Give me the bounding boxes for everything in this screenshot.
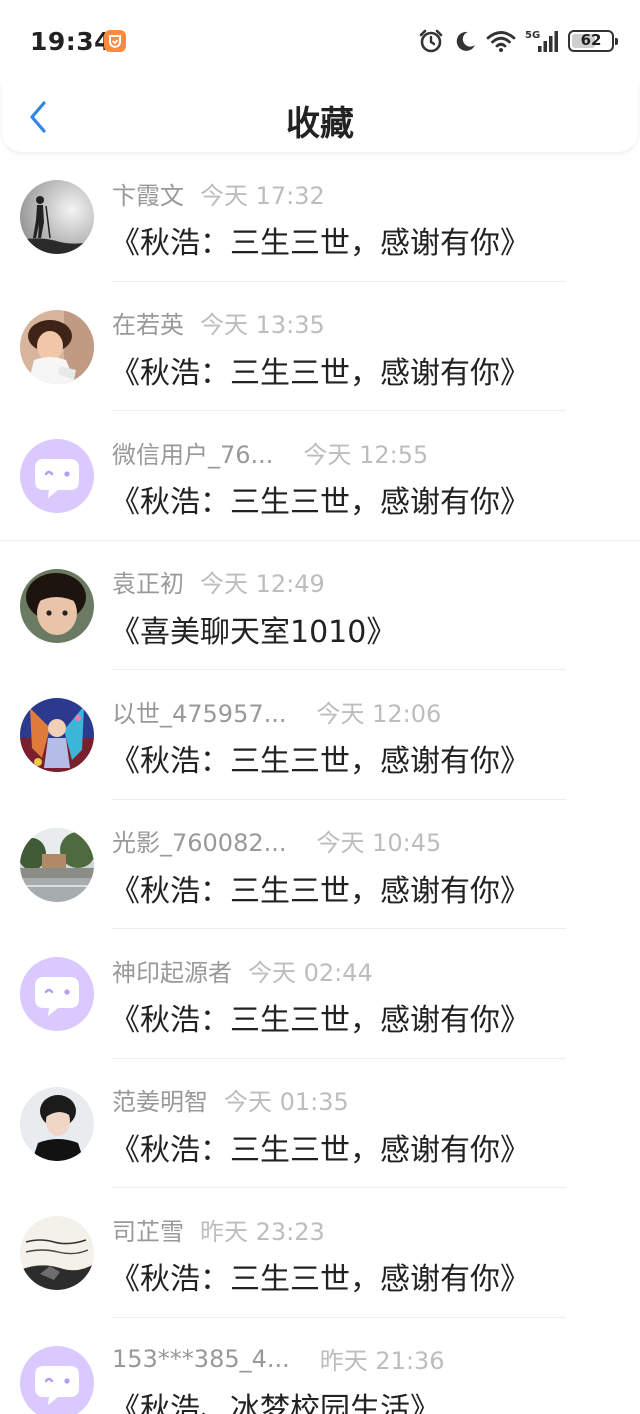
- default-chat-avatar: [20, 957, 94, 1031]
- item-meta: 153***385_4... 昨天 21:36: [112, 1343, 445, 1376]
- status-icons: 5G 62: [418, 27, 618, 55]
- item-meta: 袁正初 今天 12:49: [112, 566, 325, 598]
- item-title: 《秋浩：三生三世，感谢有你》: [110, 873, 530, 909]
- item-title: 《喜美聊天室1010》: [110, 614, 397, 650]
- item-meta: 以世_475957... 今天 12:06: [112, 695, 442, 728]
- calligraphy-avatar: [20, 1216, 94, 1290]
- favorite-time: 今天 12:49: [200, 570, 325, 598]
- favorite-time: 今天 02:44: [248, 958, 373, 987]
- page-title: 收藏: [286, 104, 354, 144]
- default-chat-avatar: [20, 1345, 94, 1414]
- author-name: 袁正初: [112, 570, 184, 598]
- author-name: 光影_760082...: [112, 829, 287, 857]
- item-meta: 微信用户_76... 今天 12:55: [112, 436, 429, 469]
- item-meta: 在若英 今天 13:35: [112, 307, 325, 339]
- item-title: 《秋浩：三生三世，感谢有你》: [110, 226, 530, 261]
- list-item[interactable]: 以世_475957... 今天 12:06 《秋浩：三生三世，感谢有你》: [0, 670, 640, 800]
- default-chat-avatar: [20, 439, 94, 513]
- list-item[interactable]: 神印起源者 今天 02:44 《秋浩：三生三世，感谢有你》: [0, 929, 640, 1059]
- list-item[interactable]: 卞霞文 今天 17:32 《秋浩：三生三世，感谢有你》: [0, 152, 640, 282]
- favorite-time: 昨天 21:36: [319, 1347, 445, 1375]
- author-name: 神印起源者: [112, 958, 232, 987]
- favorite-time: 今天 12:06: [316, 699, 442, 728]
- hiker-avatar: [20, 180, 94, 254]
- status-bar: 19:34 5G 62: [0, 0, 640, 82]
- item-title: 《秋浩：三生三世，感谢有你》: [110, 1003, 530, 1038]
- battery-icon: 62: [568, 30, 618, 52]
- favorites-list: 卞霞文 今天 17:32 《秋浩：三生三世，感谢有你》 在若英 今天 13:35…: [0, 152, 640, 1414]
- item-title: 《秋浩：三生三世，感谢有你》: [110, 1262, 530, 1297]
- list-item[interactable]: 在若英 今天 13:35 《秋浩：三生三世，感谢有你》: [0, 282, 640, 411]
- item-meta: 光影_760082... 今天 10:45: [112, 825, 441, 857]
- colorful-art-avatar: [20, 698, 94, 772]
- list-item[interactable]: 范姜明智 今天 01:35 《秋浩：三生三世，感谢有你》: [0, 1059, 640, 1188]
- author-name: 司芷雪: [112, 1217, 184, 1246]
- wifi-icon: [486, 31, 516, 52]
- item-meta: 卞霞文 今天 17:32: [112, 177, 325, 210]
- item-meta: 神印起源者 今天 02:44: [112, 954, 373, 987]
- favorite-time: 昨天 23:23: [200, 1217, 325, 1246]
- list-item[interactable]: 光影_760082... 今天 10:45 《秋浩：三生三世，感谢有你》: [0, 800, 640, 929]
- author-name: 范姜明智: [112, 1088, 208, 1116]
- favorite-time: 今天 17:32: [200, 181, 325, 210]
- favorite-time: 今天 01:35: [224, 1088, 349, 1116]
- favorite-time: 今天 13:35: [200, 311, 325, 339]
- moon-icon: [456, 31, 475, 51]
- list-item[interactable]: 微信用户_76... 今天 12:55 《秋浩：三生三世，感谢有你》: [0, 411, 640, 541]
- list-item[interactable]: 153***385_4... 昨天 21:36 《秋浩、冰梦校园生活》: [0, 1318, 640, 1414]
- item-title: 《秋浩：三生三世，感谢有你》: [110, 485, 530, 520]
- author-name: 153***385_4...: [112, 1344, 290, 1373]
- battery-level: 62: [580, 31, 602, 49]
- item-meta: 司芷雪 昨天 23:23: [112, 1213, 325, 1246]
- street-photo-avatar: [20, 827, 94, 902]
- author-name: 以世_475957...: [112, 699, 287, 728]
- item-meta: 范姜明智 今天 01:35: [112, 1084, 349, 1116]
- status-time: 19:34: [30, 27, 113, 56]
- alarm-icon: [419, 29, 443, 53]
- author-name: 在若英: [112, 311, 184, 339]
- author-name: 卞霞文: [112, 181, 184, 210]
- 5g-signal-icon: 5G: [525, 30, 558, 52]
- item-title: 《秋浩：三生三世，感谢有你》: [110, 744, 530, 779]
- portrait-avatar: [20, 1086, 94, 1161]
- author-name: 微信用户_76...: [112, 440, 274, 469]
- svg-text:5G: 5G: [525, 30, 540, 41]
- item-title: 《秋浩：三生三世，感谢有你》: [110, 1132, 530, 1168]
- child-photo-avatar: [20, 309, 94, 384]
- list-item[interactable]: 袁正初 今天 12:49 《喜美聊天室1010》: [0, 541, 640, 670]
- item-title: 《秋浩、冰梦校园生活》: [110, 1391, 440, 1414]
- favorite-time: 今天 10:45: [316, 829, 442, 857]
- item-title: 《秋浩：三生三世，感谢有你》: [110, 355, 530, 391]
- nav-bar: 收藏: [2, 82, 638, 152]
- child-face-avatar: [20, 568, 94, 643]
- app-notification-icon: [104, 30, 126, 52]
- favorite-time: 今天 12:55: [303, 440, 429, 469]
- list-item[interactable]: 司芷雪 昨天 23:23 《秋浩：三生三世，感谢有你》: [0, 1188, 640, 1318]
